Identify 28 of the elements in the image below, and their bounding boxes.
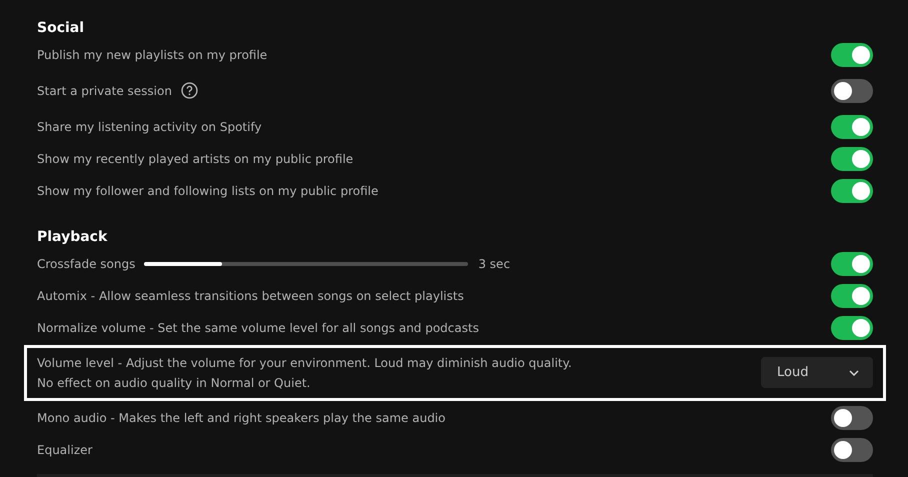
setting-label: Publish my new playlists on my profile	[37, 46, 268, 64]
setting-label: Share my listening activity on Spotify	[37, 118, 262, 136]
setting-label: Equalizer	[37, 442, 92, 459]
section-title: Playback	[37, 228, 108, 247]
setting-label: Volume level - Adjust the volume for your environment. Loud may diminish audio quality. No effect on audio quality in Normal or Quiet.	[37, 354, 573, 392]
toggle-switch[interactable]	[831, 438, 873, 462]
slider-reading: 3 sec	[478, 256, 510, 273]
volume-dropdown[interactable]: Loud	[761, 357, 873, 388]
toggle-switch[interactable]	[831, 252, 873, 276]
toggle-switch[interactable]	[831, 178, 873, 203]
caret-icon	[849, 370, 859, 376]
setting-label: Automix - Allow seamless transitions between songs on select playlists	[37, 288, 464, 305]
setting-label: Normalize volume - Set the same volume level for all songs and podcasts	[37, 320, 479, 337]
toggle-switch[interactable]	[831, 316, 873, 340]
toggle-switch[interactable]	[831, 42, 873, 67]
setting-label: Show my recently played artists on my public profile	[37, 150, 354, 168]
setting-label: Mono audio - Makes the left and right speakers play the same audio	[37, 410, 446, 427]
toggle-switch[interactable]	[831, 78, 873, 103]
section-title: Social	[37, 19, 86, 38]
toggle-switch[interactable]	[831, 406, 873, 430]
help-icon[interactable]	[180, 82, 198, 100]
setting-label: Start a private session	[37, 82, 172, 100]
toggle-switch[interactable]	[831, 284, 873, 308]
toggle-switch[interactable]	[831, 146, 873, 171]
toggle-switch[interactable]	[831, 114, 873, 139]
setting-label: Crossfade songs	[37, 256, 136, 273]
setting-label: Show my follower and following lists on my public profile	[37, 182, 378, 200]
slider-track[interactable]	[144, 262, 468, 266]
